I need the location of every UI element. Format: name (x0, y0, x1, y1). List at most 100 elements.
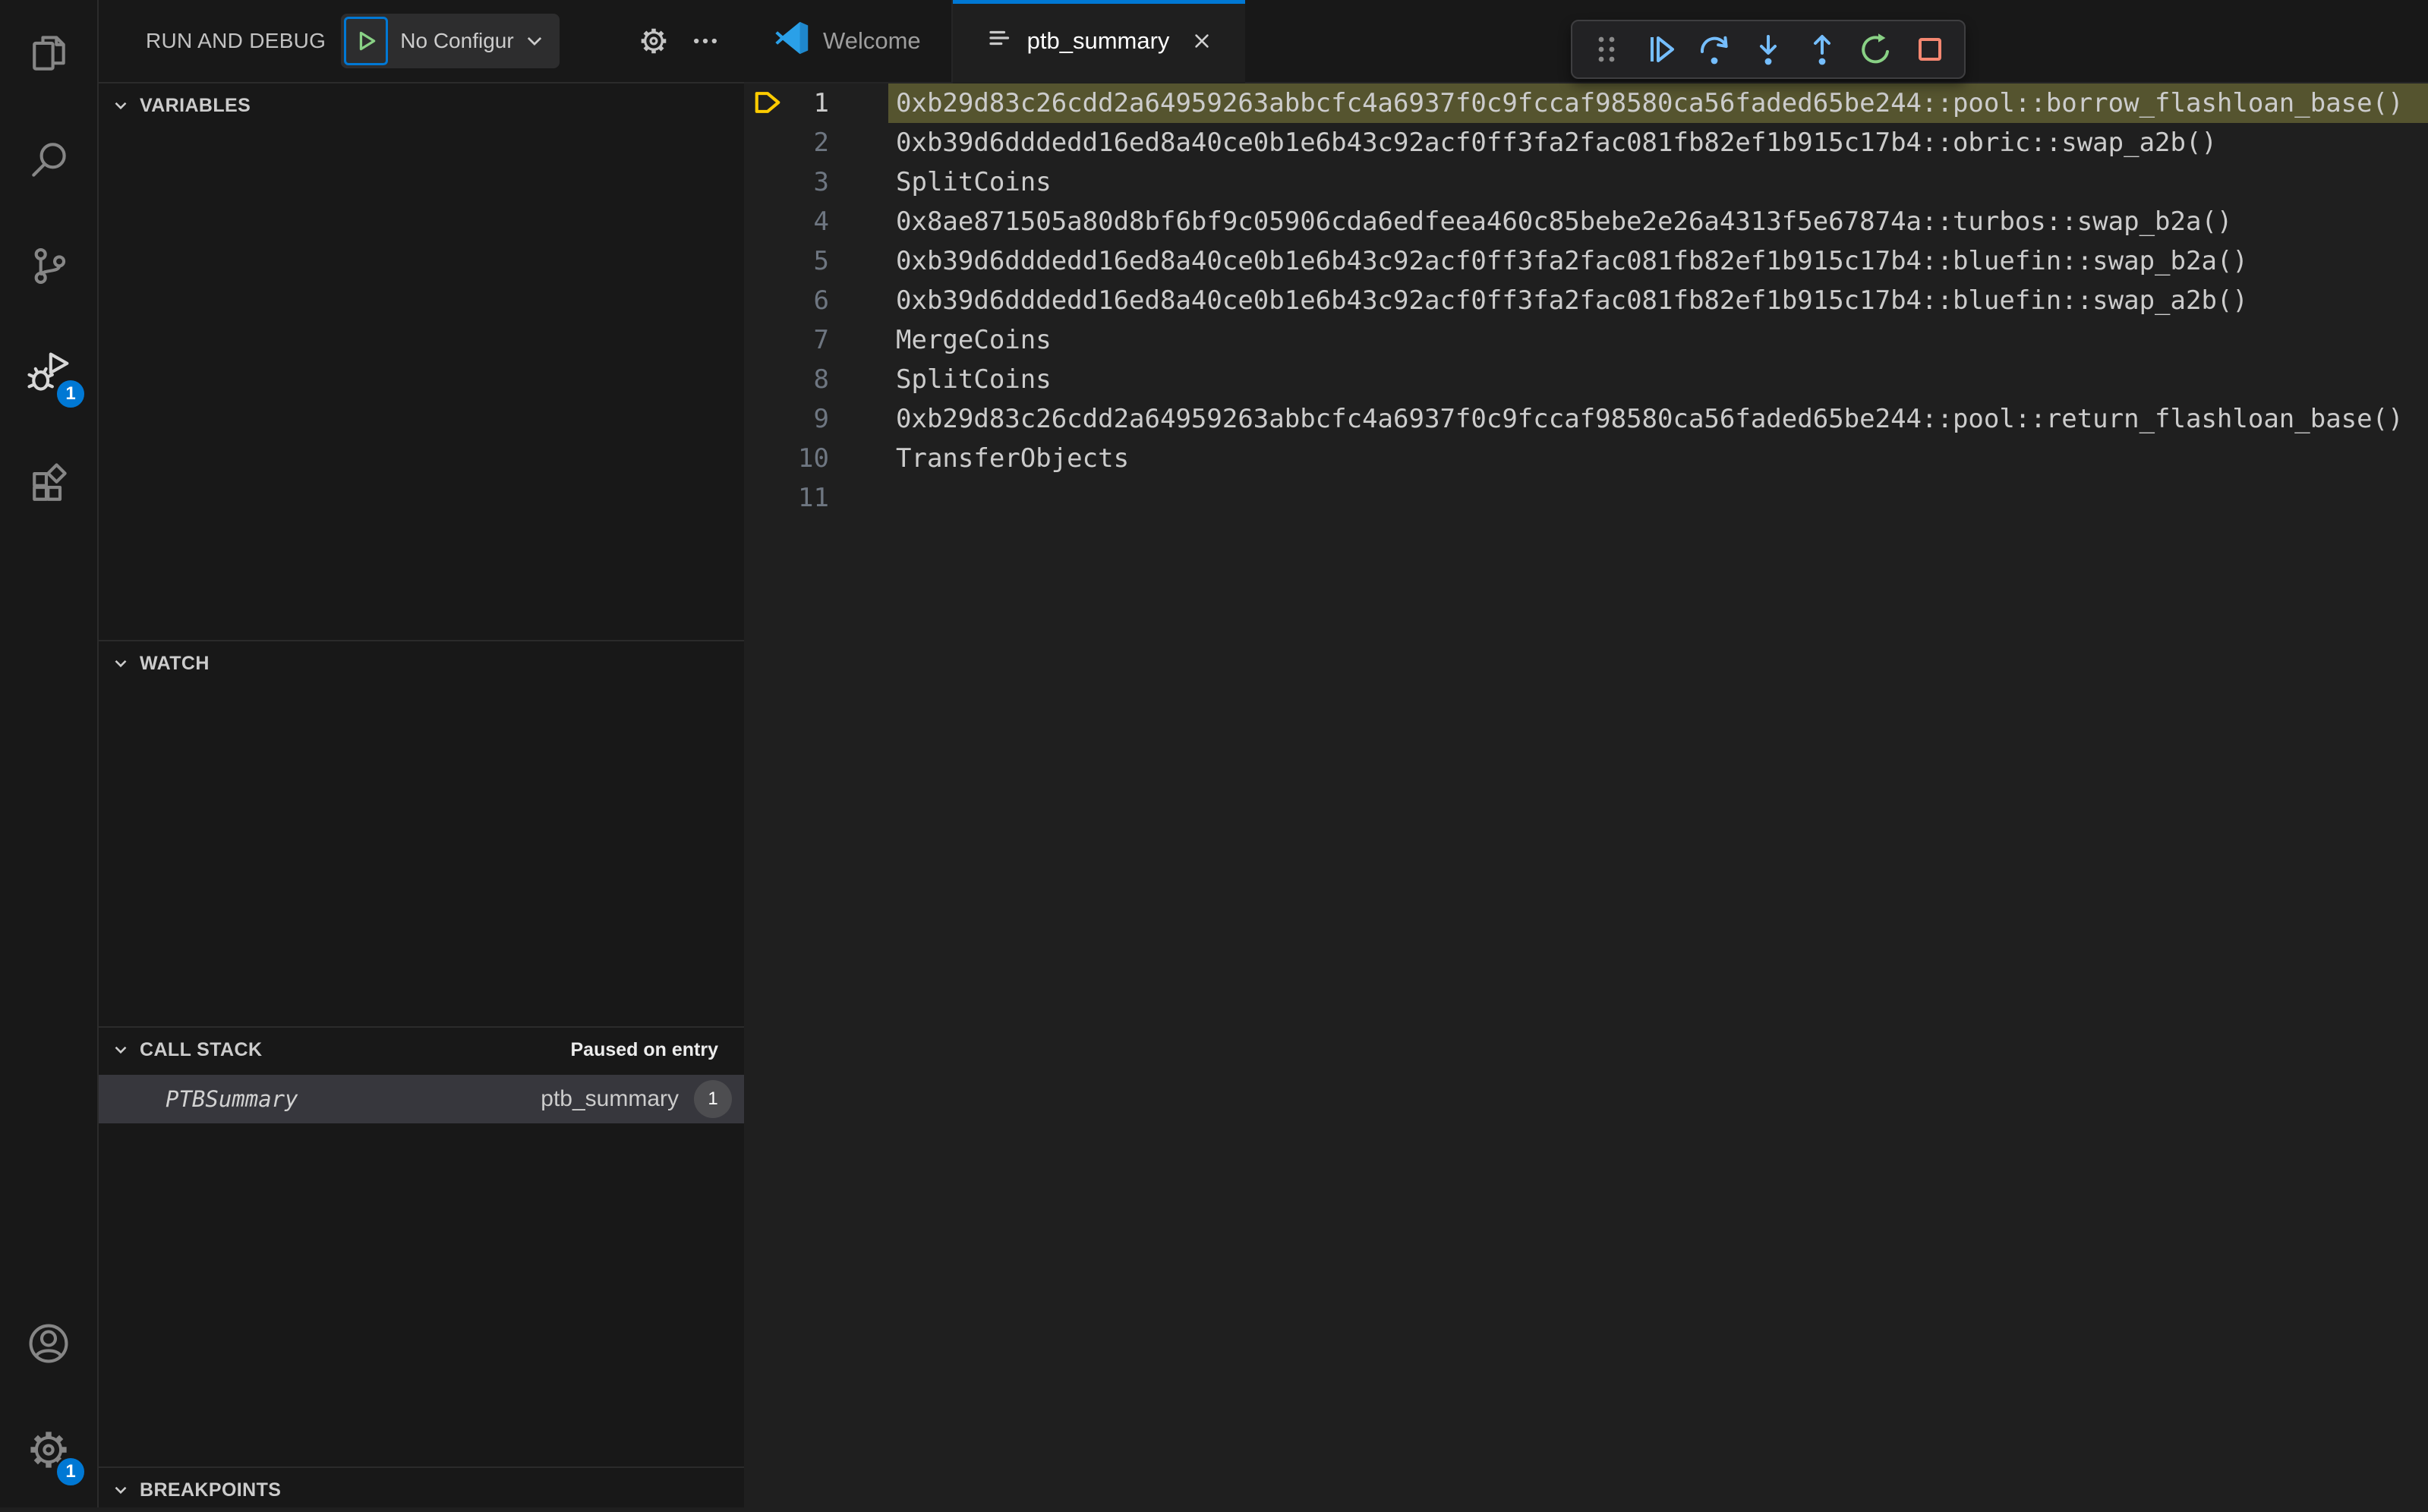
line-text: 0xb39d6dddedd16ed8a40ce0b1e6b43c92acf0ff… (896, 246, 2248, 276)
line-number: 6 (813, 285, 829, 316)
code-line[interactable]: 3 SplitCoins (744, 162, 2428, 202)
code-lines: 1 0xb29d83c26cdd2a64959263abbcfc4a6937f0c… (744, 83, 2428, 1507)
code-line[interactable]: 7 MergeCoins (744, 320, 2428, 360)
tab-label: Welcome (823, 27, 921, 54)
step-over-button[interactable] (1689, 25, 1739, 74)
stack-frame-line-badge: 1 (694, 1080, 732, 1118)
vscode-window: 1 1 RUN AND DEBUG No Configur VARIABLES … (0, 0, 2428, 1507)
watch-section-header[interactable]: WATCH (99, 641, 744, 685)
line-text: SplitCoins (896, 167, 1052, 197)
manage-settings-button[interactable]: 1 (0, 1397, 97, 1503)
extensions-icon (26, 455, 71, 501)
continue-button[interactable] (1635, 25, 1685, 74)
line-text: 0xb29d83c26cdd2a64959263abbcfc4a6937f0c9… (896, 404, 2404, 434)
more-actions-button[interactable] (689, 25, 721, 57)
line-number: 10 (798, 443, 829, 474)
code-line[interactable]: 4 0x8ae871505a80d8bf6bf9c05906cda6edfeea4… (744, 202, 2428, 241)
code-line[interactable]: 10 TransferObjects (744, 439, 2428, 478)
code-line[interactable]: 1 0xb29d83c26cdd2a64959263abbcfc4a6937f0c… (744, 83, 2428, 123)
call-stack-section-header[interactable]: CALL STACK Paused on entry (99, 1028, 744, 1072)
line-number: 2 (813, 128, 829, 158)
files-icon (26, 30, 71, 76)
activity-bar: 1 1 (0, 0, 99, 1507)
debug-current-line-arrow-icon (755, 92, 780, 113)
debug-config-dropdown[interactable]: No Configur (388, 29, 559, 53)
code-line[interactable]: 8 SplitCoins (744, 360, 2428, 399)
line-text: SplitCoins (896, 364, 1052, 395)
sidebar-actions (638, 25, 721, 57)
debug-config-label: No Configur (400, 29, 514, 52)
restart-icon (1862, 33, 1889, 64)
run-and-debug-sidebar: RUN AND DEBUG No Configur VARIABLES WATC… (99, 0, 744, 1507)
debug-settings-gear-button[interactable] (638, 25, 670, 57)
code-line[interactable]: 6 0xb39d6dddedd16ed8a40ce0b1e6b43c92acf0f… (744, 281, 2428, 320)
variables-section: VARIABLES (99, 82, 744, 640)
search-icon (26, 137, 71, 182)
stop-icon (1919, 38, 1941, 61)
code-line[interactable]: 9 0xb29d83c26cdd2a64959263abbcfc4a6937f0c… (744, 399, 2428, 439)
sidebar-item-run-and-debug[interactable]: 1 (0, 319, 97, 425)
editor-group: Welcome ptb_summary 1 0xb29d83c26cdd2a64… (744, 0, 2428, 1507)
sidebar-item-search[interactable] (0, 106, 97, 213)
stack-frame-file: ptb_summary (541, 1086, 679, 1111)
step-out-button[interactable] (1797, 25, 1847, 74)
code-line[interactable]: 11 (744, 478, 2428, 518)
sidebar-item-explorer[interactable] (0, 0, 97, 106)
line-text: 0xb29d83c26cdd2a64959263abbcfc4a6937f0c9… (896, 88, 2404, 118)
sidebar-title: RUN AND DEBUG (146, 29, 326, 52)
editor-tab-bar: Welcome ptb_summary (744, 0, 2428, 83)
toolbar-drag-handle[interactable] (1581, 25, 1632, 74)
close-icon[interactable] (1189, 28, 1215, 54)
settings-count-badge: 1 (55, 1456, 87, 1488)
line-text: MergeCoins (896, 325, 1052, 355)
vscode-logo-icon (774, 20, 809, 61)
line-number: 11 (798, 483, 829, 513)
code-line[interactable]: 5 0xb39d6dddedd16ed8a40ce0b1e6b43c92acf0f… (744, 241, 2428, 281)
account-button[interactable] (0, 1290, 97, 1397)
debug-count-badge: 1 (55, 378, 87, 410)
step-into-icon (1760, 35, 1777, 65)
sidebar-header: RUN AND DEBUG No Configur (99, 0, 744, 82)
line-text: 0xb39d6dddedd16ed8a40ce0b1e6b43c92acf0ff… (896, 128, 2217, 158)
continue-icon (1651, 36, 1674, 62)
activity-bar-bottom: 1 (0, 1290, 97, 1503)
variables-section-header[interactable]: VARIABLES (99, 83, 744, 128)
chevron-down-icon (115, 1486, 127, 1495)
gear-icon (641, 28, 667, 54)
call-stack-section: CALL STACK Paused on entry PTBSummary pt… (99, 1026, 744, 1466)
step-into-button[interactable] (1743, 25, 1793, 74)
line-text: 0xb39d6dddedd16ed8a40ce0b1e6b43c92acf0ff… (896, 285, 2248, 316)
grip-dots-icon (1598, 36, 1615, 62)
list-file-icon (983, 23, 1014, 59)
ellipsis-icon (694, 38, 717, 44)
tab-welcome[interactable]: Welcome (744, 0, 953, 82)
debug-launch-control: No Configur (341, 14, 560, 68)
step-over-icon (1700, 36, 1728, 65)
call-stack-frame-row[interactable]: PTBSummary ptb_summary 1 (99, 1075, 744, 1123)
stop-button[interactable] (1905, 25, 1955, 74)
line-number: 3 (813, 167, 829, 197)
line-number: 5 (813, 246, 829, 276)
chevron-down-icon (115, 102, 127, 110)
breakpoints-section: BREAKPOINTS (99, 1466, 744, 1507)
stack-frame-name: PTBSummary (166, 1086, 298, 1112)
step-out-icon (1814, 35, 1830, 65)
git-branch-icon (26, 243, 71, 288)
sidebar-item-extensions[interactable] (0, 425, 97, 531)
tab-ptb-summary[interactable]: ptb_summary (952, 0, 1246, 82)
tab-label: ptb_summary (1026, 27, 1170, 54)
chevron-down-icon (115, 660, 127, 668)
watch-section: WATCH (99, 640, 744, 1026)
start-debugging-button[interactable] (344, 17, 389, 65)
line-number: 7 (813, 325, 829, 355)
debug-current-line-arrow-icon (753, 90, 782, 115)
line-text: TransferObjects (896, 443, 1130, 474)
restart-button[interactable] (1851, 25, 1901, 74)
line-number: 4 (813, 206, 829, 237)
breakpoints-section-header[interactable]: BREAKPOINTS (99, 1468, 744, 1512)
pause-reason-status: Paused on entry (570, 1038, 719, 1060)
line-text: 0x8ae871505a80d8bf6bf9c05906cda6edfeea46… (896, 206, 2233, 237)
sidebar-item-source-control[interactable] (0, 213, 97, 319)
chevron-down-icon (527, 36, 541, 46)
code-line[interactable]: 2 0xb39d6dddedd16ed8a40ce0b1e6b43c92acf0f… (744, 123, 2428, 162)
